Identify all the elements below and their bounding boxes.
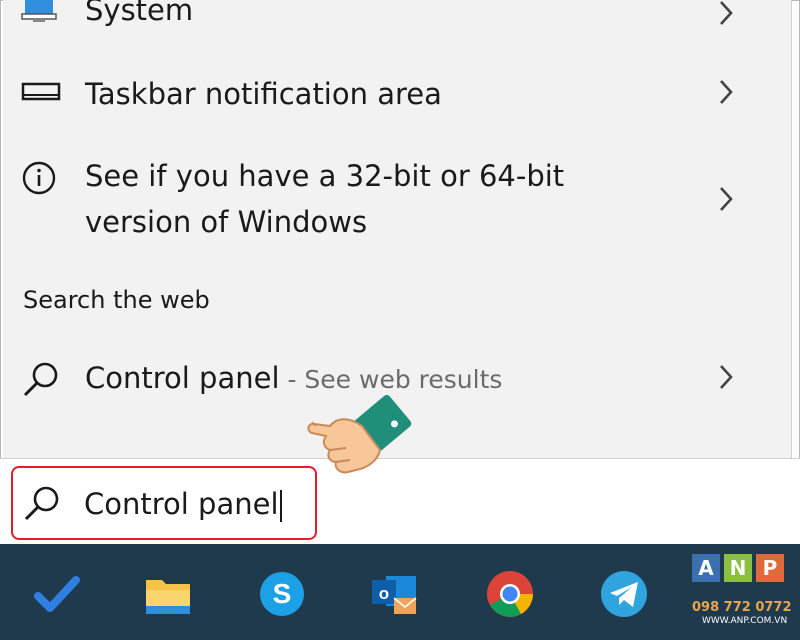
search-input[interactable]: Control panel (84, 482, 282, 526)
pointing-hand-icon (307, 395, 412, 474)
search-icon (23, 362, 58, 397)
svg-text:o: o (379, 584, 389, 603)
watermark-logo: A N P 098 772 0772 WWW.ANP.COM.VN (692, 552, 792, 636)
todo-check-icon[interactable] (30, 568, 82, 620)
watermark-url: WWW.ANP.COM.VN (702, 616, 788, 626)
search-input-value: Control panel (84, 487, 279, 521)
chevron-right-icon (720, 1, 733, 25)
chevron-right-icon (720, 365, 733, 389)
taskbar-icon (21, 82, 61, 101)
chevron-right-icon (720, 80, 733, 104)
result-label-line1: See if you have a 32-bit or 64-bit (85, 159, 565, 193)
search-icon (24, 486, 59, 521)
result-system[interactable]: System (3, 0, 791, 34)
result-label: System (85, 0, 194, 27)
watermark-phone: 098 772 0772 (692, 600, 792, 615)
telegram-icon[interactable] (598, 568, 650, 620)
chrome-icon[interactable] (484, 568, 536, 620)
watermark-letter: A (692, 554, 720, 582)
chevron-right-icon (720, 187, 733, 211)
watermark-letter: N (724, 554, 752, 582)
outlook-icon[interactable]: o (368, 568, 420, 620)
result-taskbar-notification-area[interactable]: Taskbar notification area (3, 60, 791, 132)
watermark-letter: P (756, 554, 784, 582)
result-bitness-check[interactable]: See if you have a 32-bit or 64-bit versi… (3, 140, 791, 250)
result-label: Taskbar notification area (85, 77, 442, 111)
monitor-icon (21, 0, 57, 22)
text-caret (279, 490, 282, 522)
file-explorer-icon[interactable] (142, 568, 194, 620)
section-heading-search-web: Search the web (23, 286, 210, 314)
skype-icon[interactable]: S (256, 568, 308, 620)
web-result-query: Control panel (85, 361, 280, 395)
svg-text:S: S (273, 578, 292, 609)
result-label-line2: version of Windows (85, 205, 368, 239)
info-icon (22, 161, 56, 195)
